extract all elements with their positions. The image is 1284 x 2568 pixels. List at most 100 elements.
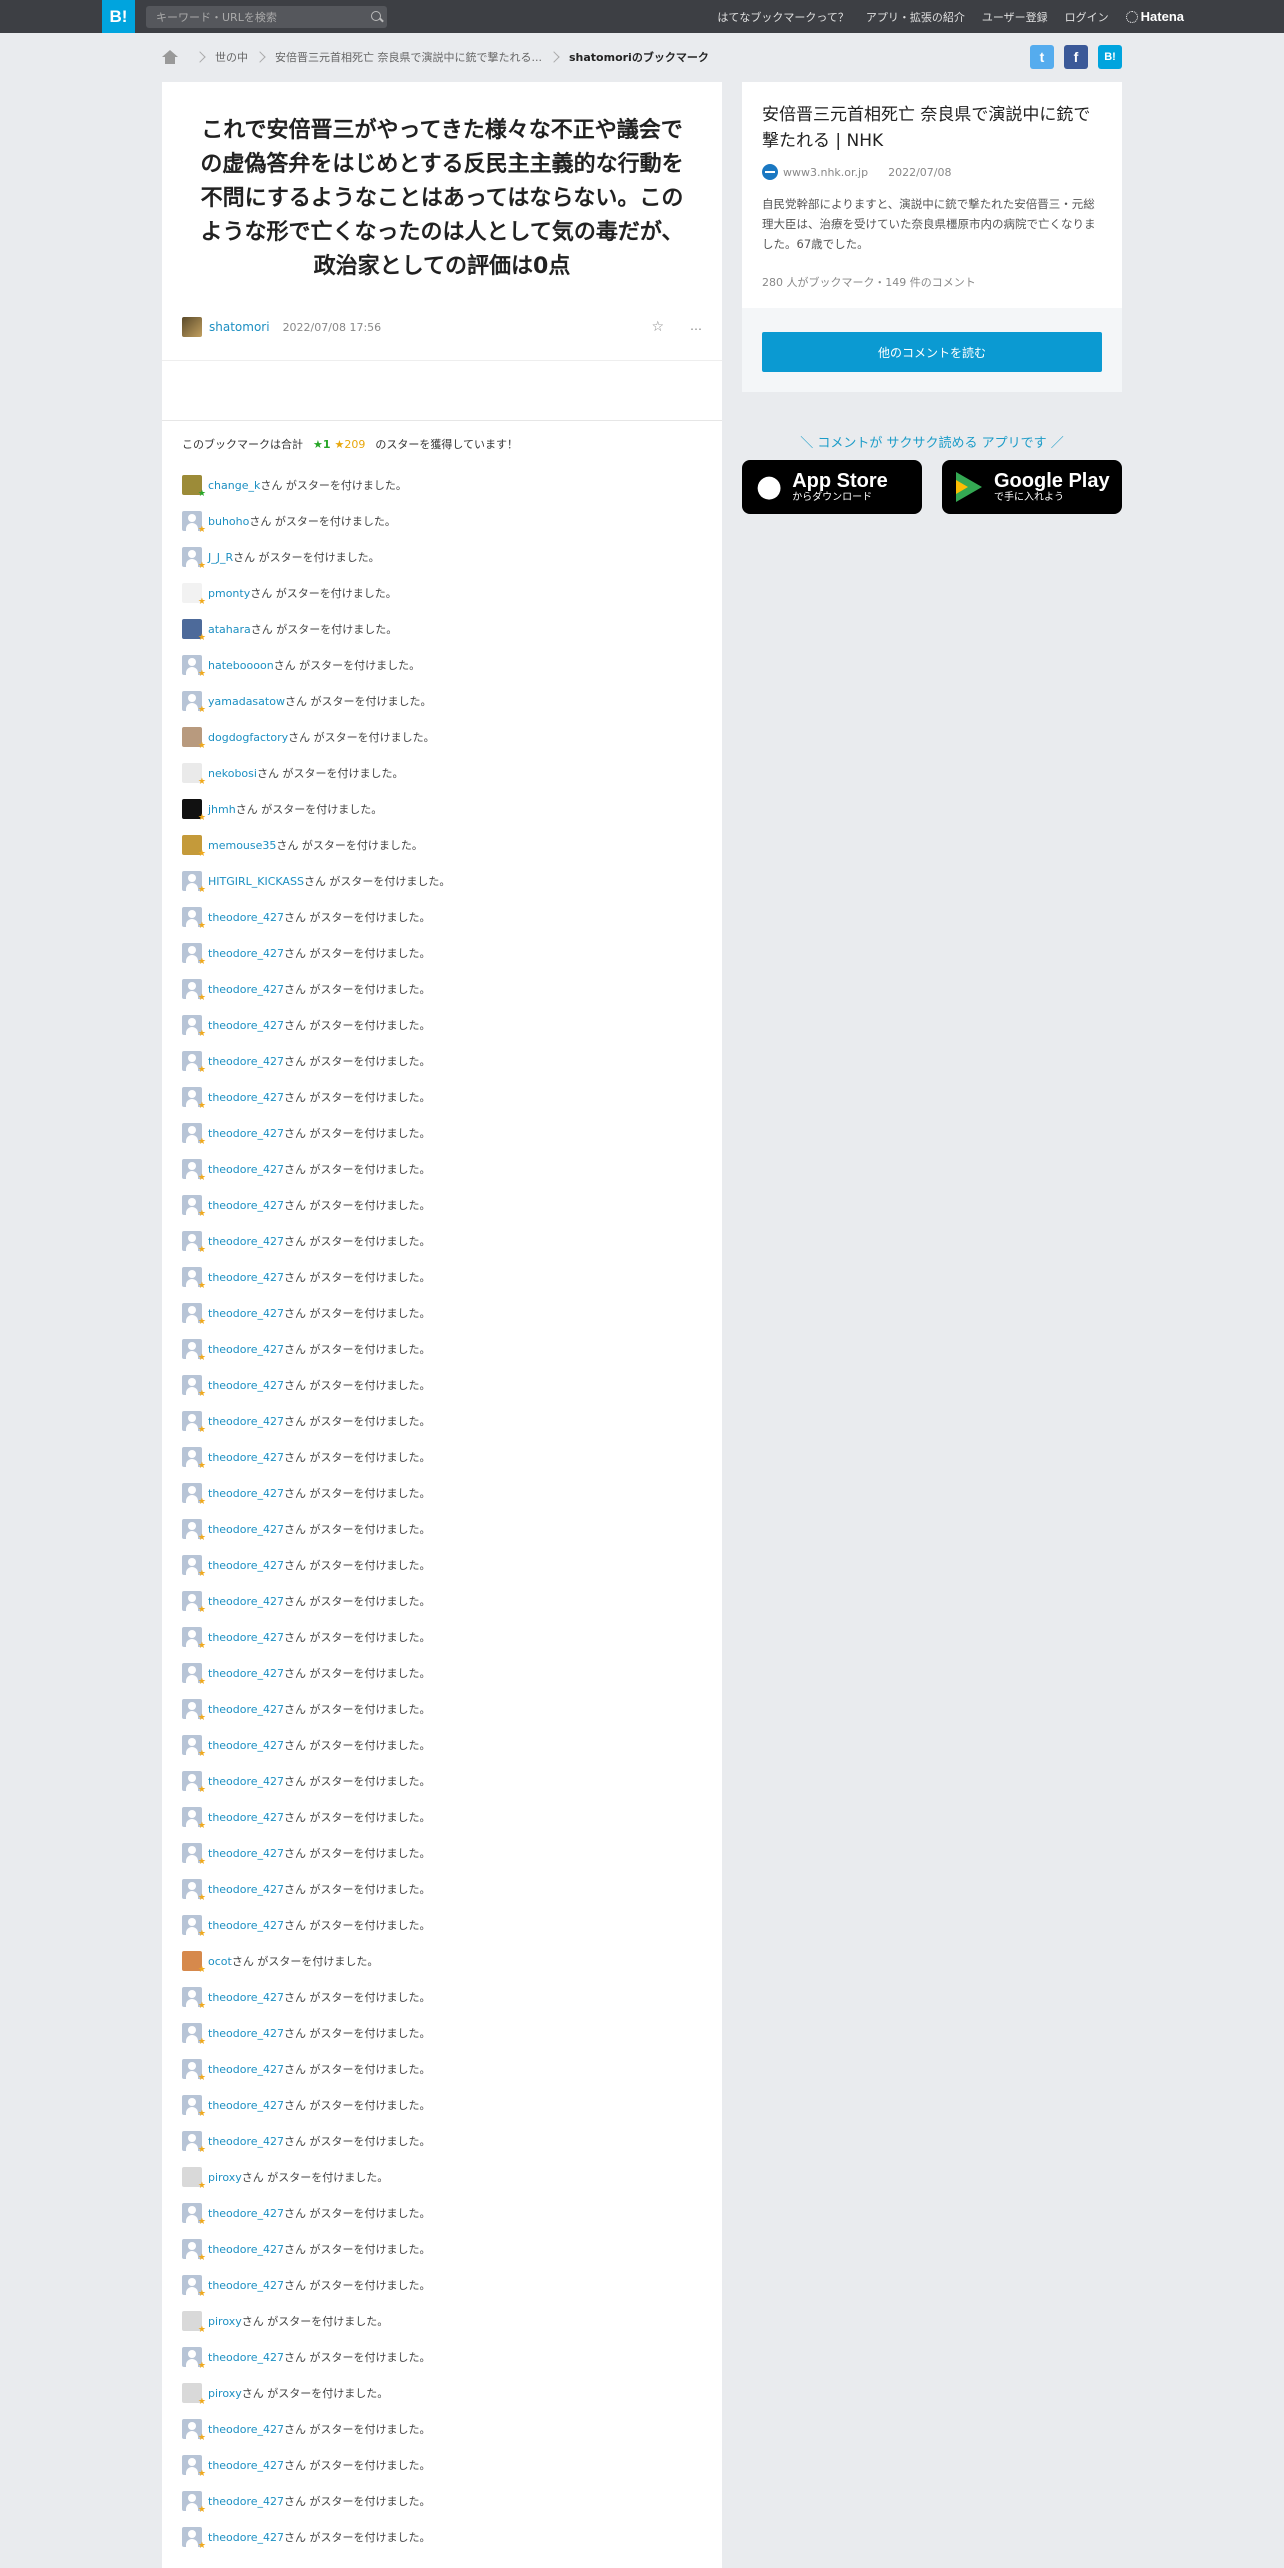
- star-user-link[interactable]: theodore_427: [208, 1703, 284, 1716]
- star-user-link[interactable]: piroxy: [208, 2171, 242, 2184]
- star-user-link[interactable]: theodore_427: [208, 1127, 284, 1140]
- star-user-link[interactable]: dogdogfactory: [208, 731, 288, 744]
- avatar[interactable]: ★: [182, 2491, 206, 2515]
- star-user-link[interactable]: theodore_427: [208, 2099, 284, 2112]
- star-user-link[interactable]: yamadasatow: [208, 695, 285, 708]
- star-user-link[interactable]: theodore_427: [208, 1235, 284, 1248]
- star-user-link[interactable]: theodore_427: [208, 1055, 284, 1068]
- star-user-link[interactable]: theodore_427: [208, 1343, 284, 1356]
- avatar[interactable]: ★: [182, 943, 206, 967]
- avatar[interactable]: ★: [182, 1375, 206, 1399]
- hatebu-share-icon[interactable]: B!: [1098, 45, 1122, 69]
- avatar[interactable]: ★: [182, 2059, 206, 2083]
- avatar[interactable]: ★: [182, 1951, 206, 1975]
- star-user-link[interactable]: theodore_427: [208, 1199, 284, 1212]
- avatar[interactable]: ★: [182, 799, 206, 823]
- star-user-link[interactable]: theodore_427: [208, 983, 284, 996]
- avatar[interactable]: ★: [182, 1015, 206, 1039]
- star-user-link[interactable]: theodore_427: [208, 1451, 284, 1464]
- star-user-link[interactable]: theodore_427: [208, 2207, 284, 2220]
- avatar[interactable]: ★: [182, 2167, 206, 2191]
- avatar[interactable]: ★: [182, 1447, 206, 1471]
- avatar[interactable]: ★: [182, 1807, 206, 1831]
- google-play-button[interactable]: Google Play で手に入れよう: [942, 460, 1122, 514]
- avatar[interactable]: ★: [182, 1519, 206, 1543]
- star-user-link[interactable]: theodore_427: [208, 1991, 284, 2004]
- avatar[interactable]: ★: [182, 1879, 206, 1903]
- star-user-link[interactable]: theodore_427: [208, 1523, 284, 1536]
- star-user-link[interactable]: hateboooon: [208, 659, 274, 672]
- star-user-link[interactable]: ocot: [208, 1955, 232, 1968]
- avatar[interactable]: ★: [182, 835, 206, 859]
- avatar[interactable]: ★: [182, 1987, 206, 2011]
- avatar[interactable]: ★: [182, 2239, 206, 2263]
- star-user-link[interactable]: theodore_427: [208, 2423, 284, 2436]
- star-user-link[interactable]: theodore_427: [208, 2135, 284, 2148]
- avatar[interactable]: ★: [182, 619, 206, 643]
- star-user-link[interactable]: theodore_427: [208, 1631, 284, 1644]
- star-user-link[interactable]: theodore_427: [208, 1163, 284, 1176]
- star-user-link[interactable]: theodore_427: [208, 1019, 284, 1032]
- avatar[interactable]: ★: [182, 1555, 206, 1579]
- avatar[interactable]: ★: [182, 1627, 206, 1651]
- nav-about[interactable]: はてなブックマークって？: [717, 9, 848, 25]
- avatar[interactable]: ★: [182, 1591, 206, 1615]
- avatar[interactable]: ★: [182, 907, 206, 931]
- more-icon[interactable]: …: [690, 319, 702, 335]
- avatar[interactable]: ★: [182, 2527, 206, 2551]
- star-user-link[interactable]: buhoho: [208, 515, 249, 528]
- star-user-link[interactable]: J_J_R: [208, 551, 233, 564]
- star-user-link[interactable]: theodore_427: [208, 2531, 284, 2544]
- avatar[interactable]: ★: [182, 1915, 206, 1939]
- star-user-link[interactable]: theodore_427: [208, 1271, 284, 1284]
- avatar[interactable]: ★: [182, 1735, 206, 1759]
- twitter-share-icon[interactable]: t: [1030, 45, 1054, 69]
- star-user-link[interactable]: theodore_427: [208, 2243, 284, 2256]
- avatar[interactable]: ★: [182, 547, 206, 571]
- star-user-link[interactable]: theodore_427: [208, 2063, 284, 2076]
- star-user-link[interactable]: jhmh: [208, 803, 236, 816]
- avatar[interactable]: ★: [182, 691, 206, 715]
- star-user-link[interactable]: theodore_427: [208, 1919, 284, 1932]
- breadcrumb-entry[interactable]: 安倍晋三元首相死亡 奈良県で演説中に銃で撃たれる...: [275, 49, 542, 65]
- star-user-link[interactable]: theodore_427: [208, 1091, 284, 1104]
- star-user-link[interactable]: theodore_427: [208, 1559, 284, 1572]
- avatar[interactable]: ★: [182, 1267, 206, 1291]
- home-icon[interactable]: [162, 50, 178, 64]
- avatar[interactable]: ★: [182, 763, 206, 787]
- star-user-link[interactable]: theodore_427: [208, 947, 284, 960]
- avatar[interactable]: ★: [182, 2275, 206, 2299]
- avatar[interactable]: ★: [182, 1087, 206, 1111]
- nav-register[interactable]: ユーザー登録: [982, 9, 1048, 25]
- avatar[interactable]: ★: [182, 2347, 206, 2371]
- avatar[interactable]: ★: [182, 1771, 206, 1795]
- star-user-link[interactable]: pmonty: [208, 587, 250, 600]
- avatar[interactable]: ★: [182, 1159, 206, 1183]
- star-user-link[interactable]: theodore_427: [208, 1883, 284, 1896]
- avatar[interactable]: ★: [182, 2455, 206, 2479]
- star-user-link[interactable]: theodore_427: [208, 1775, 284, 1788]
- star-user-link[interactable]: theodore_427: [208, 1487, 284, 1500]
- hatena-link[interactable]: Hatena: [1125, 9, 1184, 24]
- avatar[interactable]: ★: [182, 2419, 206, 2443]
- star-user-link[interactable]: piroxy: [208, 2387, 242, 2400]
- avatar[interactable]: ★: [182, 2383, 206, 2407]
- nav-login[interactable]: ログイン: [1065, 9, 1109, 25]
- star-user-link[interactable]: theodore_427: [208, 2495, 284, 2508]
- search-icon[interactable]: [365, 6, 387, 28]
- star-user-link[interactable]: atahara: [208, 623, 251, 636]
- avatar[interactable]: ★: [182, 1843, 206, 1867]
- nav-apps[interactable]: アプリ・拡張の紹介: [866, 9, 965, 25]
- avatar[interactable]: ★: [182, 1231, 206, 1255]
- avatar[interactable]: ★: [182, 1303, 206, 1327]
- star-user-link[interactable]: nekobosi: [208, 767, 257, 780]
- avatar[interactable]: ★: [182, 1123, 206, 1147]
- avatar[interactable]: ★: [182, 1663, 206, 1687]
- breadcrumb-category[interactable]: 世の中: [215, 49, 248, 65]
- star-user-link[interactable]: theodore_427: [208, 911, 284, 924]
- app-store-button[interactable]: ● App Store からダウンロード: [742, 460, 922, 514]
- star-user-link[interactable]: HITGIRL_KICKASS: [208, 875, 304, 888]
- star-user-link[interactable]: theodore_427: [208, 1739, 284, 1752]
- star-user-link[interactable]: theodore_427: [208, 1811, 284, 1824]
- star-user-link[interactable]: change_k: [208, 479, 260, 492]
